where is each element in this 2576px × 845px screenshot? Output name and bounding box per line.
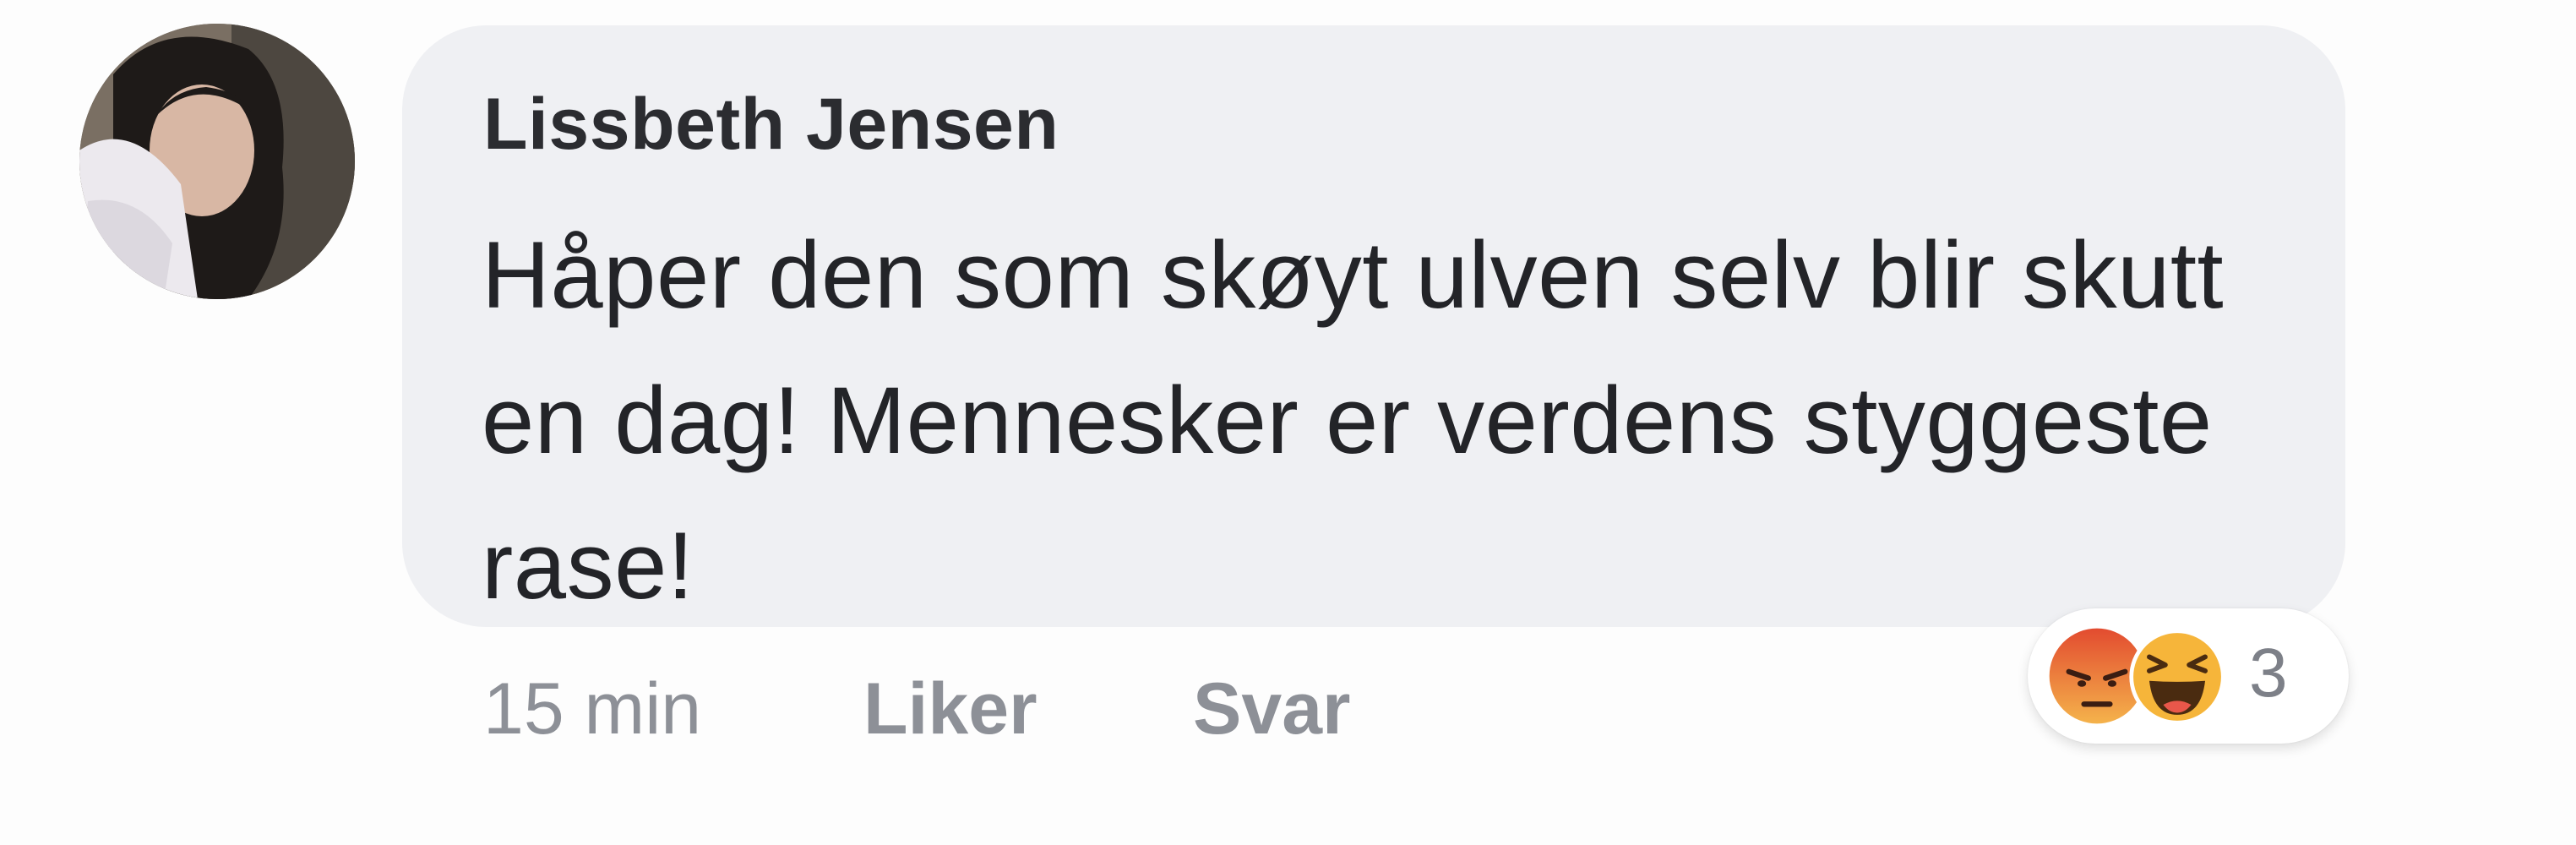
profile-photo bbox=[79, 24, 355, 299]
avatar[interactable] bbox=[79, 24, 355, 299]
reaction-count: 3 bbox=[2249, 635, 2288, 711]
comment-author[interactable]: Lissbeth Jensen bbox=[483, 83, 1059, 166]
reply-button[interactable]: Svar bbox=[1193, 668, 1351, 751]
reactions-summary[interactable]: 3 bbox=[2028, 608, 2349, 744]
comment-text: Håper den som skøyt ulven selv blir skut… bbox=[482, 222, 2225, 619]
comment-thread: Lissbeth Jensen Håper den som skøyt ulve… bbox=[0, 0, 2576, 845]
haha-reaction-icon bbox=[2129, 629, 2225, 725]
like-button[interactable]: Liker bbox=[863, 668, 1037, 751]
comment-timestamp[interactable]: 15 min bbox=[483, 668, 701, 751]
